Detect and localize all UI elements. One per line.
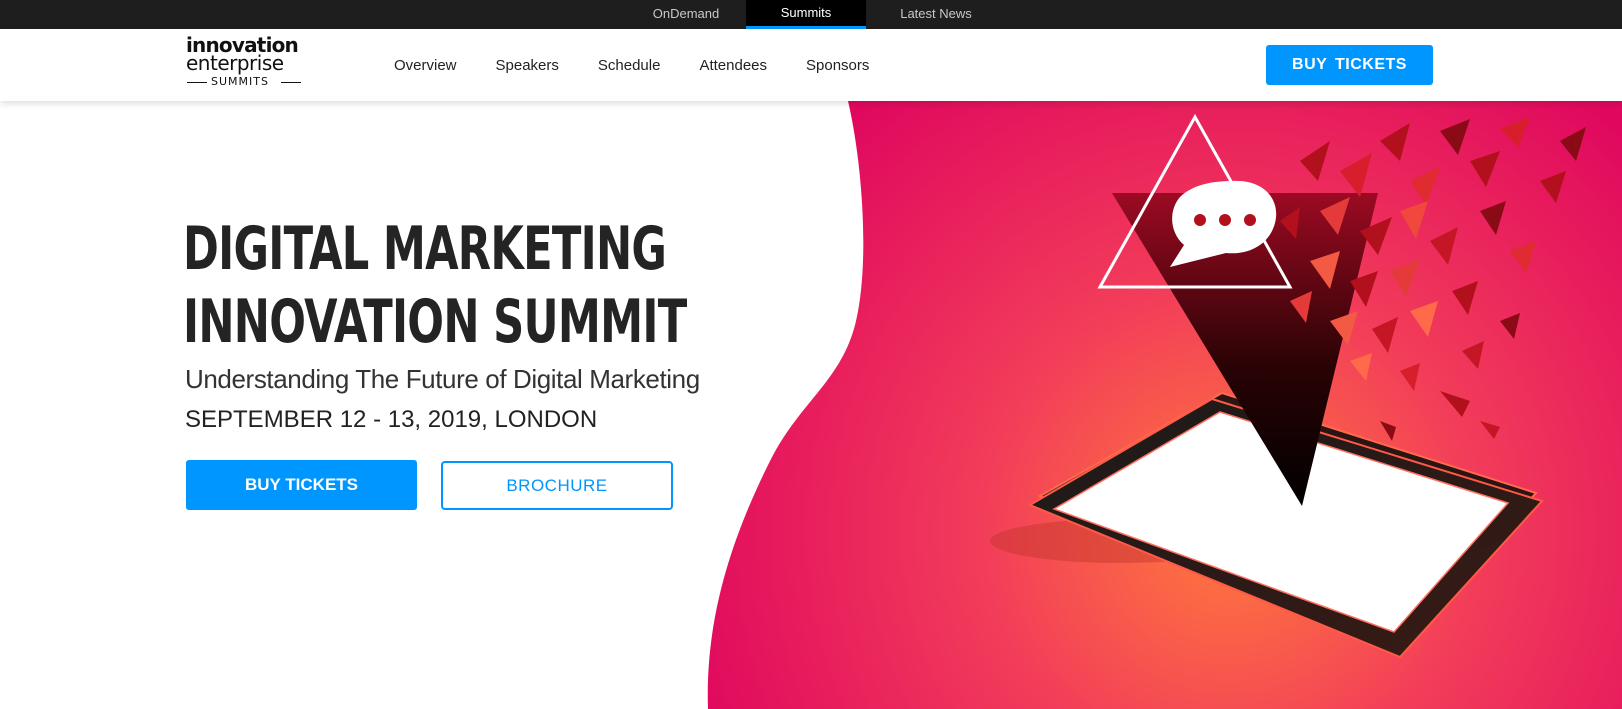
logo-line-enterprise: enterprise [186,51,284,75]
nav-item-sponsors[interactable]: Sponsors [806,57,869,74]
site-header: innovation enterprise SUMMITS Overview S… [0,29,1622,101]
event-date-location: SEPTEMBER 12 - 13, 2019, LONDON [185,406,598,433]
nav-item-schedule[interactable]: Schedule [598,57,661,74]
title-line-1: DIGITAL MARKETING [183,214,667,284]
logo-rule-right [281,82,301,83]
top-bar: OnDemand Summits Latest News [0,0,1622,29]
hero-buy-tickets-button[interactable]: BUY TICKETS [186,460,417,510]
nav-item-speakers[interactable]: Speakers [496,57,559,74]
title-line-2: INNOVATION SUMMIT [183,287,687,357]
nav-item-attendees[interactable]: Attendees [699,57,767,74]
hero-illustration [707,101,1622,709]
page-subtitle: Understanding The Future of Digital Mark… [185,364,700,394]
hero-wave-background [707,101,1622,709]
innovation-enterprise-logo[interactable]: innovation enterprise SUMMITS [186,35,304,95]
topbar-link-latest-news[interactable]: Latest News [876,0,996,29]
hero-brochure-button[interactable]: BROCHURE [441,461,673,510]
main-nav: Overview Speakers Schedule Attendees Spo… [394,29,908,101]
logo-rule-left [187,82,207,83]
header-buy-tickets-button[interactable]: BUY TICKETS [1266,45,1433,85]
logo-line-summits: SUMMITS [211,75,269,88]
topbar-link-summits[interactable]: Summits [746,0,866,29]
hero-section: DIGITAL MARKETING INNOVATION SUMMIT Unde… [0,101,1622,709]
nav-item-overview[interactable]: Overview [394,57,457,74]
page-title: DIGITAL MARKETING INNOVATION SUMMIT [183,213,687,359]
topbar-link-ondemand[interactable]: OnDemand [636,0,736,29]
